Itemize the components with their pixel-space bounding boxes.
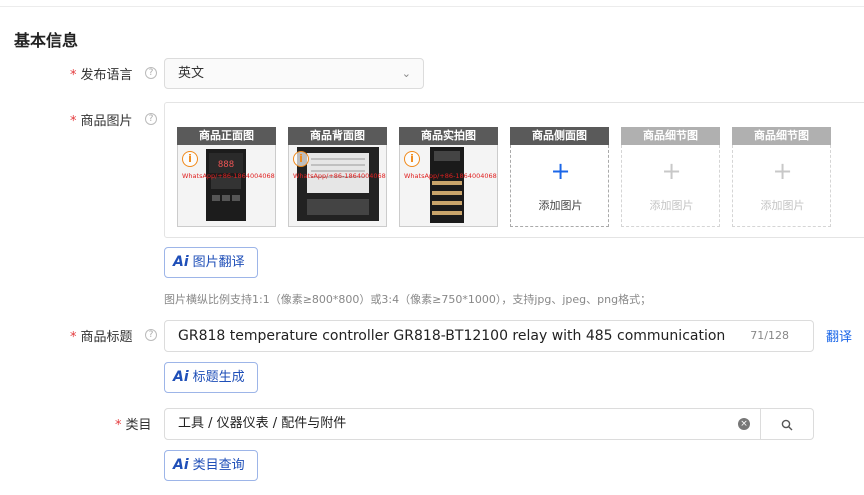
image-translate-button[interactable]: Ai 图片翻译 — [164, 247, 258, 278]
product-title-input[interactable]: GR818 temperature controller GR818-BT121… — [164, 320, 814, 352]
image-slot-front[interactable]: 商品正面图 888 i WhatsApp/+86-18640040688 — [177, 127, 276, 227]
title-generate-button[interactable]: Ai 标题生成 — [164, 362, 258, 393]
required-mark: * — [115, 418, 122, 433]
category-query-label: 类目查询 — [192, 458, 245, 473]
image-translate-label: 图片翻译 — [192, 255, 245, 270]
image-slot-detail-1[interactable]: 商品细节图 + 添加图片 — [621, 127, 720, 227]
ai-icon: Ai — [173, 369, 189, 385]
watermark-text: WhatsApp/+86-18640040688 — [293, 172, 387, 180]
warning-icon: i — [404, 151, 420, 167]
slot-title: 商品侧面图 — [510, 127, 609, 145]
slot-title: 商品背面图 — [288, 127, 387, 145]
slot-title: 商品实拍图 — [399, 127, 498, 145]
title-label-text: 商品标题 — [80, 330, 133, 345]
category-query-button[interactable]: Ai 类目查询 — [164, 450, 258, 481]
ai-icon: Ai — [173, 457, 189, 473]
add-image-button[interactable]: + 添加图片 — [510, 145, 609, 227]
chevron-down-icon: ⌄ — [401, 67, 411, 80]
top-divider — [0, 6, 864, 7]
slot-thumbnail[interactable]: i WhatsApp/+86-18640040688 — [288, 145, 387, 227]
language-value: 英文 — [178, 66, 205, 81]
image-upload-panel: 商品正面图 888 i WhatsApp/+86-18640040688 商品背… — [164, 102, 864, 238]
add-image-button[interactable]: + 添加图片 — [732, 145, 831, 227]
required-mark: * — [70, 68, 77, 83]
clear-icon[interactable]: × — [738, 418, 750, 430]
question-circle-icon[interactable]: ? — [145, 67, 157, 79]
question-circle-icon[interactable]: ? — [145, 329, 157, 341]
image-slot-back[interactable]: 商品背面图 i WhatsApp/+86-18640040688 — [288, 127, 387, 227]
slot-title: 商品细节图 — [621, 127, 720, 145]
language-label-text: 发布语言 — [80, 68, 133, 83]
add-image-label: 添加图片 — [538, 199, 583, 212]
image-slot-side[interactable]: 商品侧面图 + 添加图片 — [510, 127, 609, 227]
required-mark: * — [70, 330, 77, 345]
image-hint: 图片横纵比例支持1:1（像素≥800*800）或3:4（像素≥750*1000）… — [164, 293, 652, 306]
language-label: * 发布语言 — [70, 64, 133, 83]
add-image-label: 添加图片 — [649, 199, 694, 212]
category-label: * 类目 — [115, 414, 152, 433]
warning-icon: i — [293, 151, 309, 167]
watermark-text: WhatsApp/+86-18640040688 — [404, 172, 498, 180]
translate-link[interactable]: 翻译 — [826, 326, 852, 345]
required-mark: * — [70, 114, 77, 129]
section-title: 基本信息 — [14, 31, 79, 50]
warning-icon: i — [182, 151, 198, 167]
images-label-text: 商品图片 — [80, 114, 133, 129]
image-slot-detail-2[interactable]: 商品细节图 + 添加图片 — [732, 127, 831, 227]
category-input[interactable]: 工具 / 仪器仪表 / 配件与附件 × — [164, 408, 761, 440]
category-search-button[interactable] — [760, 408, 814, 440]
ai-icon: Ai — [173, 254, 189, 270]
slot-title: 商品细节图 — [732, 127, 831, 145]
slot-thumbnail[interactable]: i WhatsApp/+86-18640040688 — [399, 145, 498, 227]
product-title-value: GR818 temperature controller GR818-BT121… — [178, 328, 726, 344]
plus-icon: + — [550, 157, 571, 185]
watermark-text: WhatsApp/+86-18640040688 — [182, 172, 276, 180]
plus-icon: + — [772, 157, 793, 185]
category-label-text: 类目 — [125, 418, 152, 433]
char-counter: 71/128 — [750, 329, 789, 342]
images-label: * 商品图片 — [70, 110, 133, 129]
slot-thumbnail[interactable]: 888 i WhatsApp/+86-18640040688 — [177, 145, 276, 227]
plus-icon: + — [661, 157, 682, 185]
title-label: * 商品标题 — [70, 326, 133, 345]
svg-text:888: 888 — [218, 160, 234, 170]
add-image-button[interactable]: + 添加图片 — [621, 145, 720, 227]
add-image-label: 添加图片 — [760, 199, 805, 212]
search-icon — [781, 419, 793, 431]
image-slot-real[interactable]: 商品实拍图 i WhatsApp/+86-18640040688 — [399, 127, 498, 227]
title-generate-label: 标题生成 — [192, 370, 245, 385]
language-select[interactable]: 英文 ⌄ — [164, 58, 424, 89]
category-value: 工具 / 仪器仪表 / 配件与附件 — [178, 416, 347, 431]
slot-title: 商品正面图 — [177, 127, 276, 145]
question-circle-icon[interactable]: ? — [145, 113, 157, 125]
